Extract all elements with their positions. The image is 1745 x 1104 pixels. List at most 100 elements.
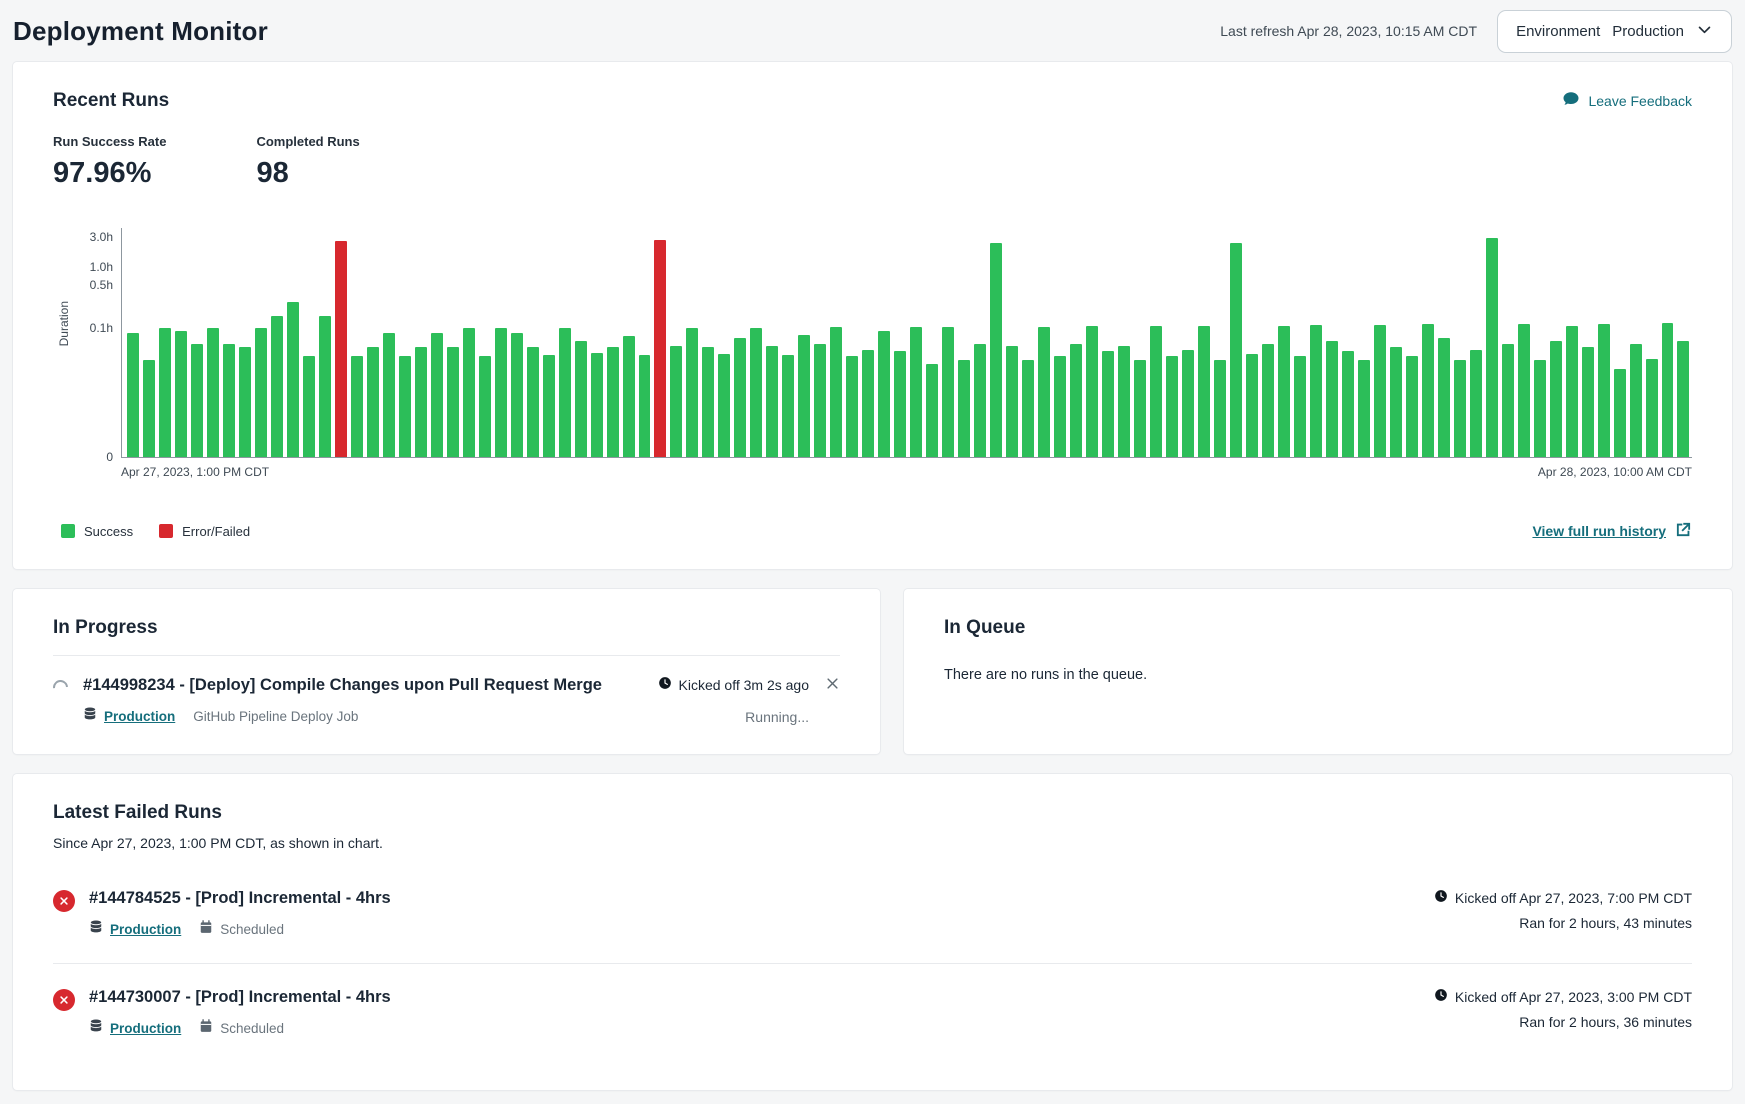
chart-bar[interactable] <box>607 347 619 457</box>
chart-bar[interactable] <box>1518 324 1530 457</box>
chart-bar[interactable] <box>1374 325 1386 457</box>
chart-bar[interactable] <box>846 356 858 457</box>
chart-bar[interactable] <box>143 360 155 457</box>
chart-bar[interactable] <box>1646 359 1658 457</box>
chart-bar[interactable] <box>255 328 267 457</box>
chart-bar[interactable] <box>175 331 187 457</box>
chart-bar[interactable] <box>1550 341 1562 457</box>
chart-bar[interactable] <box>926 364 938 457</box>
chart-bar[interactable] <box>1246 354 1258 457</box>
chart-bar[interactable] <box>1390 347 1402 457</box>
chart-bar[interactable] <box>1294 356 1306 457</box>
chart-bar[interactable] <box>271 316 283 458</box>
chart-bar[interactable] <box>351 356 363 457</box>
chart-bar[interactable] <box>894 351 906 457</box>
chart-bar[interactable] <box>1230 243 1242 457</box>
chart-bar[interactable] <box>1102 351 1114 457</box>
chart-bar[interactable] <box>1358 360 1370 457</box>
chart-bar[interactable] <box>670 346 682 457</box>
chart-bar[interactable] <box>1182 350 1194 457</box>
chart-bar[interactable] <box>830 327 842 457</box>
chart-bar[interactable] <box>127 333 139 457</box>
chart-bar[interactable] <box>495 328 507 457</box>
chart-bar[interactable] <box>335 241 347 457</box>
chart-bar[interactable] <box>239 347 251 457</box>
chart-bar[interactable] <box>734 338 746 457</box>
chart-bar[interactable] <box>1486 238 1498 457</box>
chart-bar[interactable] <box>1310 325 1322 457</box>
chart-bar[interactable] <box>479 356 491 457</box>
chart-bar[interactable] <box>686 328 698 457</box>
chart-bar[interactable] <box>782 355 794 457</box>
chart-bar[interactable] <box>1166 356 1178 457</box>
chart-bar[interactable] <box>1566 326 1578 458</box>
environment-link[interactable]: Production <box>110 922 181 937</box>
chart-bar[interactable] <box>1502 344 1514 458</box>
chart-bar[interactable] <box>1038 327 1050 457</box>
chart-bar[interactable] <box>559 328 571 457</box>
chart-bar[interactable] <box>1438 338 1450 457</box>
chart-bar[interactable] <box>1342 351 1354 457</box>
chart-bar[interactable] <box>718 354 730 457</box>
chart-bar[interactable] <box>798 335 810 458</box>
chart-bar[interactable] <box>591 353 603 458</box>
chart-bar[interactable] <box>958 360 970 457</box>
chart-bar[interactable] <box>1677 341 1689 457</box>
chart-bar[interactable] <box>1534 360 1546 457</box>
chart-bar[interactable] <box>303 356 315 457</box>
chart-bar[interactable] <box>431 333 443 457</box>
leave-feedback-button[interactable]: Leave Feedback <box>1562 90 1692 111</box>
chart-bar[interactable] <box>287 302 299 458</box>
chart-bar[interactable] <box>399 356 411 457</box>
chart-bar[interactable] <box>1278 326 1290 458</box>
chart-bar[interactable] <box>159 328 171 457</box>
chart-bar[interactable] <box>191 344 203 458</box>
cancel-run-button[interactable] <box>825 676 840 691</box>
chart-bar[interactable] <box>1422 324 1434 457</box>
chart-bar[interactable] <box>766 346 778 457</box>
chart-bar[interactable] <box>1086 326 1098 458</box>
chart-bar[interactable] <box>1150 326 1162 458</box>
chart-bar[interactable] <box>1630 344 1642 458</box>
environment-dropdown[interactable]: Environment Production <box>1497 10 1732 53</box>
chart-bar[interactable] <box>1022 360 1034 457</box>
chart-bar[interactable] <box>1134 360 1146 457</box>
chart-bar[interactable] <box>974 344 986 458</box>
chart-bar[interactable] <box>990 243 1002 457</box>
chart-bar[interactable] <box>415 347 427 457</box>
chart-bar[interactable] <box>1070 344 1082 458</box>
chart-bar[interactable] <box>1262 344 1274 458</box>
chart-bar[interactable] <box>1054 356 1066 457</box>
chart-bar[interactable] <box>1118 346 1130 457</box>
chart-bar[interactable] <box>1470 350 1482 457</box>
chart-bar[interactable] <box>623 336 635 457</box>
chart-bar[interactable] <box>1454 360 1466 457</box>
environment-link[interactable]: Production <box>104 709 175 724</box>
chart-bar[interactable] <box>1598 324 1610 457</box>
chart-bar[interactable] <box>750 328 762 457</box>
chart-bar[interactable] <box>1582 347 1594 457</box>
chart-bar[interactable] <box>367 347 379 457</box>
chart-bar[interactable] <box>1662 323 1674 457</box>
chart-bar[interactable] <box>702 347 714 457</box>
chart-bar[interactable] <box>1198 326 1210 458</box>
chart-bar[interactable] <box>223 344 235 458</box>
chart-bar[interactable] <box>383 333 395 457</box>
chart-bar[interactable] <box>654 240 666 457</box>
chart-bar[interactable] <box>862 350 874 457</box>
chart-bar[interactable] <box>1614 369 1626 457</box>
view-full-run-history-link[interactable]: View full run history <box>1532 521 1692 541</box>
chart-bar[interactable] <box>447 347 459 457</box>
chart-bar[interactable] <box>1214 360 1226 457</box>
chart-bar[interactable] <box>207 328 219 457</box>
chart-bar[interactable] <box>878 331 890 457</box>
chart-bar[interactable] <box>942 327 954 457</box>
chart-bar[interactable] <box>910 327 922 457</box>
chart-bar[interactable] <box>575 341 587 457</box>
chart-bar[interactable] <box>639 355 651 457</box>
chart-bar[interactable] <box>814 344 826 458</box>
chart-bar[interactable] <box>1006 346 1018 457</box>
environment-link[interactable]: Production <box>110 1021 181 1036</box>
chart-bar[interactable] <box>527 347 539 457</box>
chart-bar[interactable] <box>319 316 331 457</box>
